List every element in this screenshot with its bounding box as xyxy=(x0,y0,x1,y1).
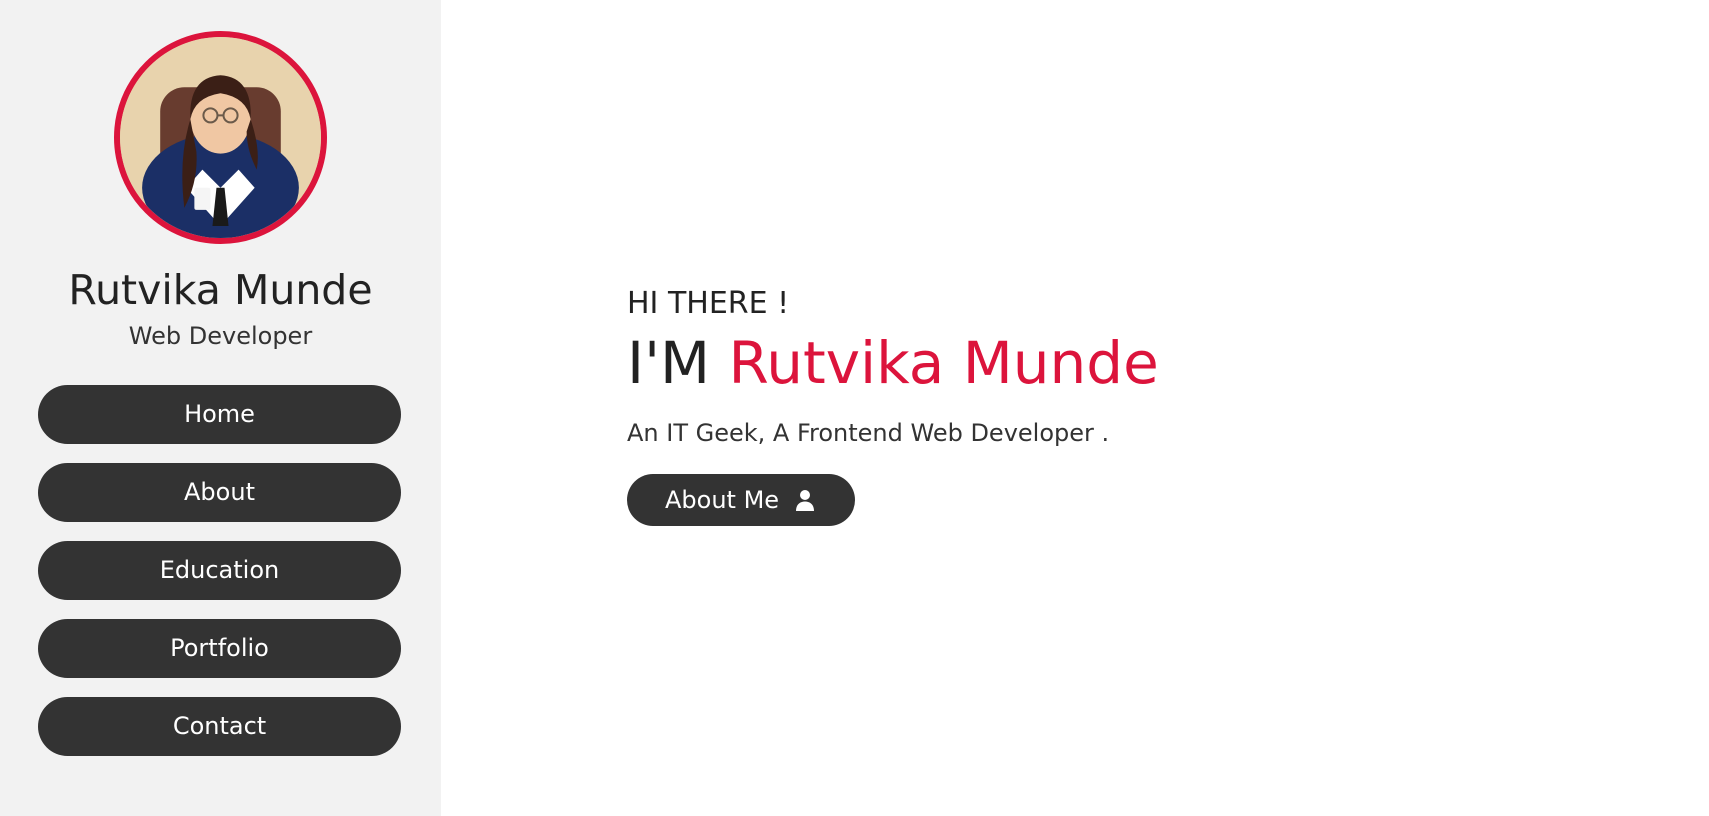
sidebar: Rutvika Munde Web Developer Home About E… xyxy=(0,0,441,816)
nav-contact-button[interactable]: Contact xyxy=(38,697,401,756)
about-me-button[interactable]: About Me xyxy=(627,474,856,526)
main-content: HI THERE ! I'M Rutvika Munde An IT Geek,… xyxy=(441,0,1709,816)
hero-tagline: An IT Geek, A Frontend Web Developer . xyxy=(627,419,1110,447)
profile-name: Rutvika Munde xyxy=(68,266,373,314)
hero-greeting: HI THERE ! xyxy=(627,286,790,321)
nav-home-button[interactable]: Home xyxy=(38,385,401,444)
hero-section: HI THERE ! I'M Rutvika Munde An IT Geek,… xyxy=(627,286,1387,526)
hero-headline-name: Rutvika Munde xyxy=(728,329,1159,397)
avatar xyxy=(114,31,327,244)
about-me-button-label: About Me xyxy=(665,486,780,514)
hero-headline: I'M Rutvika Munde xyxy=(627,330,1387,396)
nav-education-button[interactable]: Education xyxy=(38,541,401,600)
user-icon xyxy=(793,488,817,512)
portfolio-page: Rutvika Munde Web Developer Home About E… xyxy=(0,0,1709,816)
hero-headline-prefix: I'M xyxy=(627,329,711,397)
profile-role: Web Developer xyxy=(128,322,313,350)
nav-portfolio-button[interactable]: Portfolio xyxy=(38,619,401,678)
sidebar-nav: Home About Education Portfolio Contact xyxy=(38,385,401,775)
nav-about-button[interactable]: About xyxy=(38,463,401,522)
